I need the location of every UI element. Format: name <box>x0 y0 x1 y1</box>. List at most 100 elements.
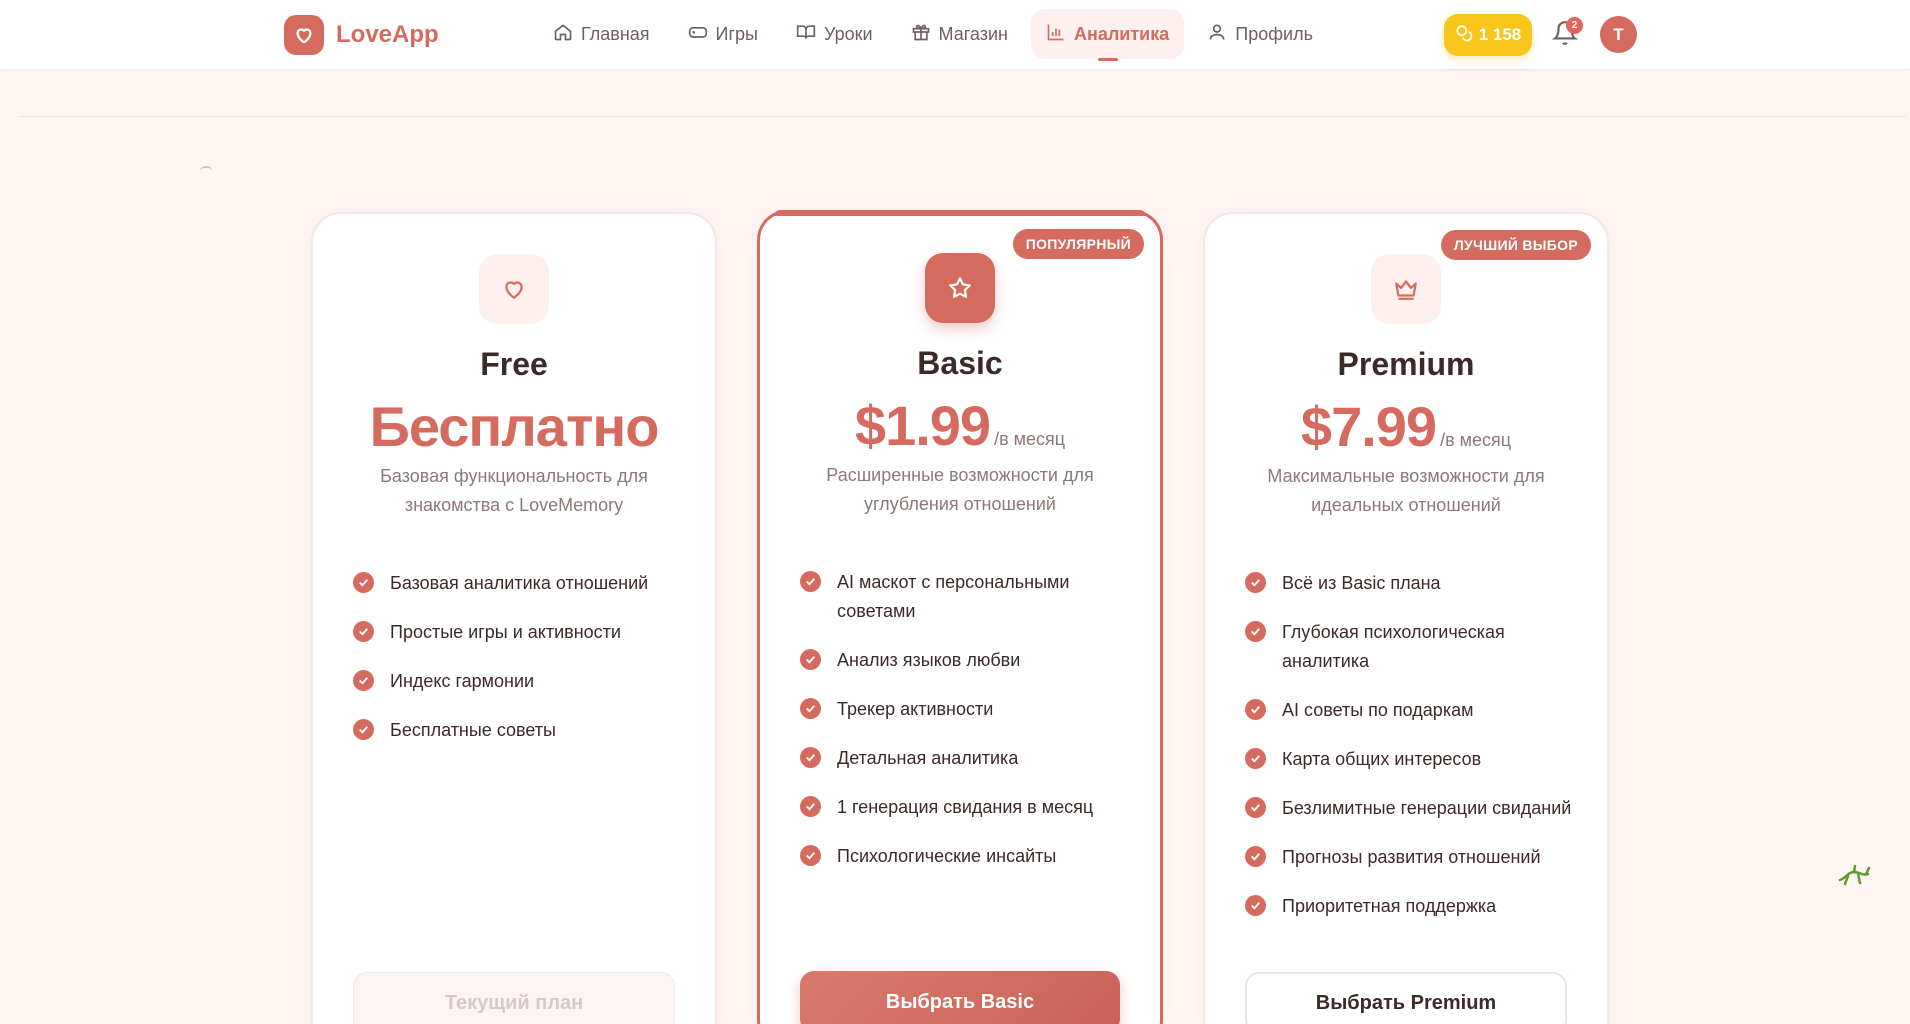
price-amount: $7.99 <box>1300 395 1437 458</box>
feature-item: Прогнозы развития отношений <box>1245 843 1577 872</box>
check-icon <box>1245 797 1266 818</box>
feature-text: Прогнозы развития отношений <box>1282 847 1541 867</box>
coins-balance-button[interactable]: 1 158 <box>1444 14 1532 56</box>
feature-text: Базовая аналитика отношений <box>390 573 649 593</box>
feature-item: Базовая аналитика отношений <box>353 569 685 598</box>
nav-item-games[interactable]: Игры <box>673 9 773 59</box>
nav-item-shop[interactable]: Магазин <box>896 9 1023 59</box>
top-navigation-bar: LoveApp Главная Игры Уроки Магазин Анали… <box>0 0 1910 70</box>
feature-list: AI маскот с персональными советами Анали… <box>800 568 1130 891</box>
plan-card-basic: ПОПУЛЯРНЫЙ Basic $1.99/в месяц Расширенн… <box>757 210 1163 1024</box>
gamepad-icon <box>688 22 708 47</box>
gift-icon <box>911 22 931 47</box>
plan-description: Максимальные возможности для идеальных о… <box>1267 466 1545 515</box>
choose-basic-button[interactable]: Выбрать Basic <box>800 971 1120 1024</box>
feature-item: Психологические инсайты <box>800 842 1130 871</box>
feature-text: Глубокая психологическая аналитика <box>1282 622 1505 671</box>
check-icon <box>800 747 821 768</box>
check-icon <box>1245 846 1266 867</box>
plan-name: Free <box>480 346 548 382</box>
nav-item-lessons[interactable]: Уроки <box>781 9 888 59</box>
nav-item-home[interactable]: Главная <box>538 9 665 59</box>
feature-item: Детальная аналитика <box>800 744 1130 773</box>
bar-chart-icon <box>1046 22 1066 47</box>
feature-item: Простые игры и активности <box>353 618 685 647</box>
plan-name: Premium <box>1337 346 1475 382</box>
feature-item: Бесплатные советы <box>353 716 685 745</box>
feature-item: 1 генерация свидания в месяц <box>800 793 1130 822</box>
check-icon <box>800 571 821 592</box>
best-choice-badge: ЛУЧШИЙ ВЫБОР <box>1440 230 1591 260</box>
check-icon <box>800 698 821 719</box>
coins-icon <box>1455 24 1473 47</box>
feature-item: Приоритетная поддержка <box>1245 892 1577 921</box>
check-icon <box>800 649 821 670</box>
feature-text: Анализ языков любви <box>837 650 1021 670</box>
avatar[interactable]: T <box>1600 16 1637 53</box>
feature-item: Всё из Basic плана <box>1245 569 1577 598</box>
main-nav: Главная Игры Уроки Магазин Аналитика Про… <box>538 8 1336 60</box>
plan-card-free: Free Бесплатно Базовая функциональность … <box>311 212 717 1024</box>
feature-item: Глубокая психологическая аналитика <box>1245 618 1577 676</box>
feature-text: Трекер активности <box>837 699 994 719</box>
plan-description: Расширенные возможности для углубления о… <box>826 465 1094 514</box>
check-icon <box>1245 895 1266 916</box>
price-amount: $1.99 <box>854 394 991 457</box>
check-icon <box>800 796 821 817</box>
plan-price: Бесплатно <box>313 394 715 459</box>
nav-label: Игры <box>715 23 758 44</box>
feature-text: Безлимитные генерации свиданий <box>1282 798 1572 818</box>
plan-card-premium: ЛУЧШИЙ ВЫБОР Premium $7.99/в месяц Макси… <box>1203 212 1609 1024</box>
crown-icon <box>1371 254 1441 324</box>
plan-price: $7.99/в месяц <box>1205 394 1607 459</box>
feature-text: AI советы по подаркам <box>1282 700 1474 720</box>
notification-count-badge: 2 <box>1566 17 1583 34</box>
plan-price: $1.99/в месяц <box>760 393 1160 458</box>
feature-item: AI советы по подаркам <box>1245 696 1577 725</box>
current-plan-button[interactable]: Текущий план <box>353 972 675 1024</box>
feature-item: Индекс гармонии <box>353 667 685 696</box>
mascot-icon[interactable] <box>1836 862 1872 888</box>
feature-item: AI маскот с персональными советами <box>800 568 1130 626</box>
feature-list: Всё из Basic плана Глубокая психологичес… <box>1245 569 1577 941</box>
price-period: /в месяц <box>994 429 1066 449</box>
feature-list: Базовая аналитика отношений Простые игры… <box>353 569 685 765</box>
feature-item: Трекер активности <box>800 695 1130 724</box>
check-icon <box>1245 621 1266 642</box>
check-icon <box>1245 699 1266 720</box>
heart-icon <box>284 15 324 55</box>
feature-text: Детальная аналитика <box>837 748 1019 768</box>
choose-premium-button[interactable]: Выбрать Premium <box>1245 972 1567 1024</box>
feature-text: Всё из Basic плана <box>1282 573 1441 593</box>
book-icon <box>796 22 816 47</box>
coins-count: 1 158 <box>1478 25 1522 44</box>
app-name: LoveApp <box>336 21 439 48</box>
check-icon <box>800 845 821 866</box>
feature-text: Карта общих интересов <box>1282 749 1482 769</box>
check-icon <box>1245 748 1266 769</box>
check-icon <box>353 719 374 740</box>
check-icon <box>353 621 374 642</box>
app-logo[interactable]: LoveApp <box>284 14 439 56</box>
nav-label: Уроки <box>823 23 873 44</box>
plan-description: Базовая функциональность для знакомства … <box>380 466 648 515</box>
user-icon <box>1207 22 1227 47</box>
feature-item: Анализ языков любви <box>800 646 1130 675</box>
star-icon <box>925 253 995 323</box>
home-icon <box>553 22 573 47</box>
nav-item-analytics[interactable]: Аналитика <box>1030 9 1185 59</box>
feature-text: Простые игры и активности <box>390 622 621 642</box>
check-icon <box>1245 572 1266 593</box>
check-icon <box>353 572 374 593</box>
nav-item-profile[interactable]: Профиль <box>1192 9 1328 59</box>
feature-text: 1 генерация свидания в месяц <box>837 797 1094 817</box>
heart-icon <box>479 254 549 324</box>
nav-label: Магазин <box>938 23 1008 44</box>
feature-item: Карта общих интересов <box>1245 745 1577 774</box>
nav-label: Аналитика <box>1073 23 1170 44</box>
plan-name: Basic <box>917 345 1003 381</box>
popular-badge: ПОПУЛЯРНЫЙ <box>1012 229 1144 259</box>
nav-label: Главная <box>581 23 650 44</box>
decorative-mark <box>200 166 212 171</box>
feature-text: AI маскот с персональными советами <box>837 572 1070 621</box>
